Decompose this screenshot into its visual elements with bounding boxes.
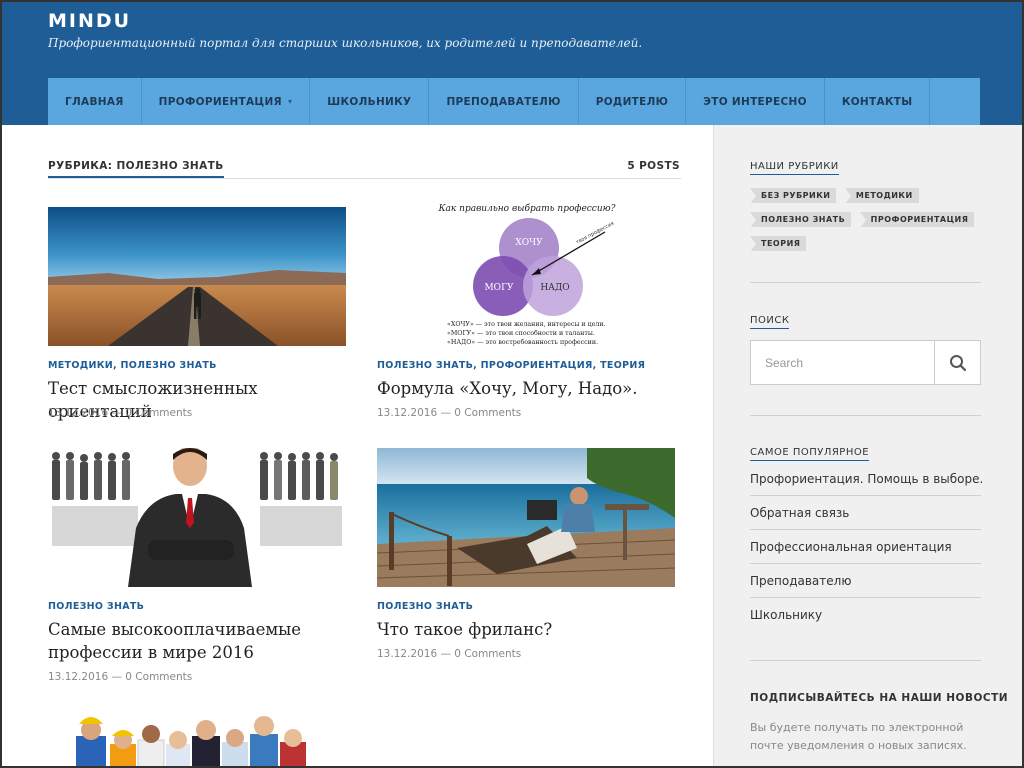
nav-item-student[interactable]: ШКОЛЬНИКУ [310,78,430,125]
tag-career-guidance[interactable]: ПРОФОРИЕНТАЦИЯ [859,212,975,228]
nav-label: КОНТАКТЫ [841,95,913,108]
post-meta[interactable]: 13.12.2016 — 0 Comments [377,648,521,660]
freelance-beach-image [377,448,675,587]
post-thumbnail-workers[interactable] [48,710,346,768]
venn-heading: Как правильно выбрать профессию? [438,203,616,214]
popular-item[interactable]: Преподавателю [750,564,981,598]
nav-item-contacts[interactable]: КОНТАКТЫ [825,78,931,125]
nav-label: ПРОФОРИЕНТАЦИЯ [158,95,282,108]
search-icon [949,354,966,371]
popular-widget-title: САМОЕ ПОПУЛЯРНОЕ [750,447,870,461]
chevron-down-icon: ▾ [287,97,293,106]
post-thumbnail-freelance[interactable] [377,448,675,587]
sidebar: НАШИ РУБРИКИ БЕЗ РУБРИКИ МЕТОДИКИ ПОЛЕЗН… [713,125,1024,768]
archive-divider [48,178,681,179]
post-categories[interactable]: ПОЛЕЗНО ЗНАТЬ [48,601,144,612]
nav-item-career-guidance[interactable]: ПРОФОРИЕНТАЦИЯ ▾ [142,78,311,125]
search-button[interactable] [934,341,980,384]
nav-item-parent[interactable]: РОДИТЕЛЮ [579,78,687,125]
post-meta[interactable]: 13.12.2016 — 0 Comments [48,407,192,419]
widget-divider [750,660,981,661]
widget-divider [750,415,981,416]
venn-label-can: МОГУ [484,283,514,293]
archive-title: РУБРИКА: ПОЛЕЗНО ЗНАТЬ [48,160,224,178]
post-title[interactable]: Формула «Хочу, Могу, Надо». [377,377,677,400]
venn-line-2: «МОГУ» — это твои способности и таланты. [447,330,595,337]
category-tags: БЕЗ РУБРИКИ МЕТОДИКИ ПОЛЕЗНО ЗНАТЬ ПРОФО… [750,185,980,257]
archive-post-count: 5 POSTS [627,160,680,172]
nav-item-teacher[interactable]: ПРЕПОДАВАТЕЛЮ [429,78,579,125]
venn-label-must: НАДО [540,283,569,293]
nav-label: ШКОЛЬНИКУ [327,95,412,108]
post-meta[interactable]: 13.12.2016 — 0 Comments [377,407,521,419]
venn-label-want: ХОЧУ [515,238,543,248]
nav-item-home[interactable]: ГЛАВНАЯ [48,78,142,125]
tag-methods[interactable]: МЕТОДИКИ [844,188,919,204]
site-title[interactable]: MINDU [48,10,131,32]
post-categories[interactable]: ПОЛЕЗНО ЗНАТЬ [377,601,473,612]
post-thumbnail-business[interactable] [48,448,346,587]
workers-group-image [48,710,346,768]
widget-divider [750,282,981,283]
search-input[interactable] [751,341,934,384]
popular-item[interactable]: Профориентация. Помощь в выборе. [750,462,983,496]
post-title[interactable]: Что такое фриланс? [377,618,677,641]
subscribe-widget-title: ПОДПИСЫВАЙТЕСЬ НА НАШИ НОВОСТИ [750,692,1009,704]
tag-no-category[interactable]: БЕЗ РУБРИКИ [750,188,837,204]
site-header: MINDU Профориентационный портал для стар… [0,0,1024,125]
nav-label: ПРЕПОДАВАТЕЛЮ [446,95,561,108]
site-description: Профориентационный портал для старших шк… [48,36,643,50]
venn-diagram-image: Как правильно выбрать профессию? ХОЧУ МО… [377,200,675,346]
subscribe-description: Вы будете получать по электронной почте … [750,721,967,752]
nav-label: ЭТО ИНТЕРЕСНО [703,95,807,108]
venn-line-3: «НАДО» — это востребованность профессии. [447,339,598,346]
nav-label: РОДИТЕЛЮ [595,95,669,108]
categories-widget-title: НАШИ РУБРИКИ [750,161,839,175]
main-navigation: ГЛАВНАЯ ПРОФОРИЕНТАЦИЯ ▾ ШКОЛЬНИКУ ПРЕПОД… [48,78,980,125]
tag-useful-to-know[interactable]: ПОЛЕЗНО ЗНАТЬ [750,212,852,228]
tag-theory[interactable]: ТЕОРИЯ [750,236,807,252]
post-meta[interactable]: 13.12.2016 — 0 Comments [48,671,192,683]
nav-label: ГЛАВНАЯ [65,95,124,108]
post-title[interactable]: Самые высокооплачиваемые профессии в мир… [48,618,308,664]
search-form [750,340,981,385]
popular-item[interactable]: Обратная связь [750,496,981,530]
search-widget-title: ПОИСК [750,315,790,329]
venn-line-1: «ХОЧУ» — это твои желания, интересы и це… [447,321,606,328]
post-categories[interactable]: МЕТОДИКИ, ПОЛЕЗНО ЗНАТЬ [48,360,217,371]
popular-item[interactable]: Школьнику [750,598,981,632]
post-categories[interactable]: ПОЛЕЗНО ЗНАТЬ, ПРОФОРИЕНТАЦИЯ, ТЕОРИЯ [377,360,645,371]
post-thumbnail-venn[interactable]: Как правильно выбрать профессию? ХОЧУ МО… [377,200,675,346]
popular-posts-list: Профориентация. Помощь в выборе. Обратна… [750,462,983,632]
businessman-image [48,448,346,587]
popular-item[interactable]: Профессиональная ориентация [750,530,981,564]
road-image [48,207,346,346]
nav-item-interesting[interactable]: ЭТО ИНТЕРЕСНО [686,78,825,125]
post-thumbnail-road[interactable] [48,207,346,346]
